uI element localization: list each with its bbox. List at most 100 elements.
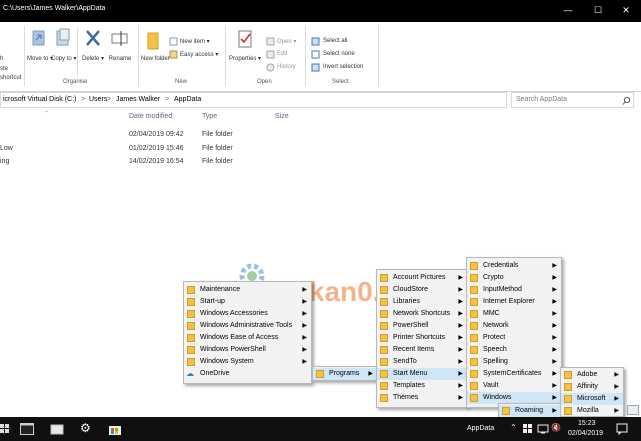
folder-icon xyxy=(470,310,478,318)
settings-icon[interactable]: ⚙ xyxy=(80,421,91,435)
breadcrumb-appdata[interactable]: AppData xyxy=(174,96,201,103)
maximize-button[interactable]: ☐ xyxy=(585,3,611,17)
search-box[interactable]: Search AppData xyxy=(511,92,634,108)
table-row[interactable]: ing 14/02/2019 16:54 File folder xyxy=(0,156,320,168)
select-none-button[interactable]: Select none xyxy=(323,51,355,57)
arrow-right-icon: ▶ xyxy=(458,299,463,305)
column-size[interactable]: Size xyxy=(275,113,289,120)
menu-item-mmc[interactable]: MMC ▶ xyxy=(467,308,561,320)
clipboard-partial-1[interactable]: h xyxy=(0,56,3,63)
rename-button[interactable]: Rename xyxy=(106,28,134,82)
move-to-button[interactable]: Move to ▾ xyxy=(27,28,53,82)
security-icon[interactable] xyxy=(523,424,533,434)
easy-access-button[interactable]: Easy access ▾ xyxy=(180,51,218,58)
rename-icon xyxy=(111,31,128,46)
new-item-button[interactable]: New item ▾ xyxy=(180,38,210,45)
volume-icon[interactable]: 🔇 xyxy=(551,423,561,432)
arrow-right-icon: ▶ xyxy=(302,323,307,329)
menu-item-sendto[interactable]: SendTo ▶ xyxy=(377,356,467,368)
menu-programs: Programs ▶ xyxy=(312,366,378,381)
store-icon[interactable] xyxy=(108,422,122,436)
menu-item-windows-powershell[interactable]: Windows PowerShell ▶ xyxy=(184,344,311,356)
menu-item-cloudstore[interactable]: CloudStore ▶ xyxy=(377,284,467,296)
close-button[interactable]: ✕ xyxy=(613,3,639,17)
menu-item-startup[interactable]: Start-up ▶ xyxy=(184,296,311,308)
menu-item-maintenance[interactable]: Maintenance ▶ xyxy=(184,284,311,296)
menu-item-windows-ease-of-access[interactable]: Windows Ease of Access ▶ xyxy=(184,332,311,344)
menu-item-roaming[interactable]: Roaming ▶ xyxy=(499,405,561,417)
breadcrumb-users[interactable]: Users xyxy=(89,96,107,103)
search-input[interactable]: Search AppData xyxy=(516,96,567,103)
menu-item-powershell[interactable]: PowerShell ▶ xyxy=(377,320,467,332)
menu-item-start-menu[interactable]: Start Menu ▶ xyxy=(377,368,467,380)
menu-item-speech[interactable]: Speech ▶ xyxy=(467,344,561,356)
menu-item-adobe[interactable]: Adobe ▶ xyxy=(561,369,623,381)
new-folder-button[interactable]: New folder xyxy=(141,28,170,82)
menu-item-themes[interactable]: Themes ▶ xyxy=(377,392,467,404)
menu-item-affinity[interactable]: Affinity ▶ xyxy=(561,381,623,393)
menu-item-windows-admin-tools[interactable]: Windows Administrative Tools ▶ xyxy=(184,320,311,332)
menu-item-credentials[interactable]: Credentials ▶ xyxy=(467,260,561,272)
column-type[interactable]: Type xyxy=(202,113,217,120)
history-button[interactable]: History xyxy=(277,64,296,70)
menu-item-internet-explorer[interactable]: Internet Explorer ▶ xyxy=(467,296,561,308)
folder-icon xyxy=(380,286,388,294)
arrow-right-icon: ▶ xyxy=(552,287,557,293)
menu-item-account-pictures[interactable]: Account Pictures ▶ xyxy=(377,272,467,284)
row-name: ing xyxy=(0,158,10,165)
clipboard-partial-3[interactable]: shortcut xyxy=(0,75,21,82)
desktop-toolbar-icon[interactable] xyxy=(627,405,639,415)
delete-icon xyxy=(86,30,100,46)
terminal-icon[interactable] xyxy=(20,423,34,435)
menu-item-printer-shortcuts[interactable]: Printer Shortcuts ▶ xyxy=(377,332,467,344)
ribbon-separator xyxy=(305,26,306,86)
minimize-button[interactable]: — xyxy=(555,3,581,17)
menu-item-vault[interactable]: Vault ▶ xyxy=(467,380,561,392)
appdata-toolbar[interactable]: AppData xyxy=(467,425,494,432)
menu-item-libraries[interactable]: Libraries ▶ xyxy=(377,296,467,308)
menu-item-inputmethod[interactable]: InputMethod ▶ xyxy=(467,284,561,296)
arrow-right-icon: ▶ xyxy=(552,275,557,281)
notifications-icon[interactable] xyxy=(616,423,628,435)
address-bar[interactable]: icrosoft Virtual Disk (C:) > Users > Jam… xyxy=(0,92,507,108)
edit-button[interactable]: Edit xyxy=(277,51,287,57)
menu-item-network-shortcuts[interactable]: Network Shortcuts ▶ xyxy=(377,308,467,320)
menu-item-templates[interactable]: Templates ▶ xyxy=(377,380,467,392)
column-date-modified[interactable]: Date modified xyxy=(129,113,172,120)
group-select-label: Select xyxy=(332,79,349,85)
menu-item-systemcertificates[interactable]: SystemCertificates ▶ xyxy=(467,368,561,380)
select-all-button[interactable]: Select all xyxy=(323,38,347,44)
menu-item-spelling[interactable]: Spelling ▶ xyxy=(467,356,561,368)
menu-item-microsoft[interactable]: Microsoft ▶ xyxy=(561,393,623,405)
delete-button[interactable]: Delete ▾ xyxy=(80,28,106,82)
table-row[interactable]: Low 01/02/2019 15:46 File folder xyxy=(0,143,320,155)
menu-item-programs[interactable]: Programs ▶ xyxy=(313,368,377,380)
table-row[interactable]: 02/04/2019 09:42 File folder xyxy=(0,129,320,141)
folder-icon xyxy=(502,407,510,415)
breadcrumb-james-walker[interactable]: James Walker xyxy=(116,96,160,103)
copy-to-icon xyxy=(56,28,70,46)
network-icon[interactable] xyxy=(537,424,549,434)
open-button[interactable]: Open ▾ xyxy=(277,38,296,45)
copy-to-button[interactable]: Copy to ▾ xyxy=(51,28,76,82)
file-explorer-icon[interactable] xyxy=(50,422,64,436)
chevron-up-icon[interactable]: ⌃ xyxy=(510,423,517,432)
menu-item-onedrive[interactable]: ☁ OneDrive xyxy=(184,368,311,380)
arrow-right-icon: ▶ xyxy=(614,384,619,390)
menu-item-protect[interactable]: Protect ▶ xyxy=(467,332,561,344)
menu-item-crypto[interactable]: Crypto ▶ xyxy=(467,272,561,284)
breadcrumb-drive[interactable]: icrosoft Virtual Disk (C:) xyxy=(3,96,76,103)
invert-selection-button[interactable]: Invert selection xyxy=(323,64,363,70)
menu-item-recent-items[interactable]: Recent Items ▶ xyxy=(377,344,467,356)
start-button-icon[interactable] xyxy=(0,424,10,434)
properties-button[interactable]: Properties ▾ xyxy=(228,28,262,82)
clipboard-partial-2[interactable]: ste xyxy=(0,66,8,73)
menu-item-windows-system[interactable]: Windows System ▶ xyxy=(184,356,311,368)
menu-item-mozilla[interactable]: Mozilla ▶ xyxy=(561,405,623,417)
menu-item-windows-accessories[interactable]: Windows Accessories ▶ xyxy=(184,308,311,320)
clock-date[interactable]: 02/04/2019 xyxy=(568,430,603,437)
folder-icon xyxy=(470,370,478,378)
menu-item-network[interactable]: Network ▶ xyxy=(467,320,561,332)
menu-start-menu-folder: Account Pictures ▶ CloudStore ▶ Libraries ▶… xyxy=(376,269,468,408)
clock-time[interactable]: 15:23 xyxy=(578,420,596,427)
